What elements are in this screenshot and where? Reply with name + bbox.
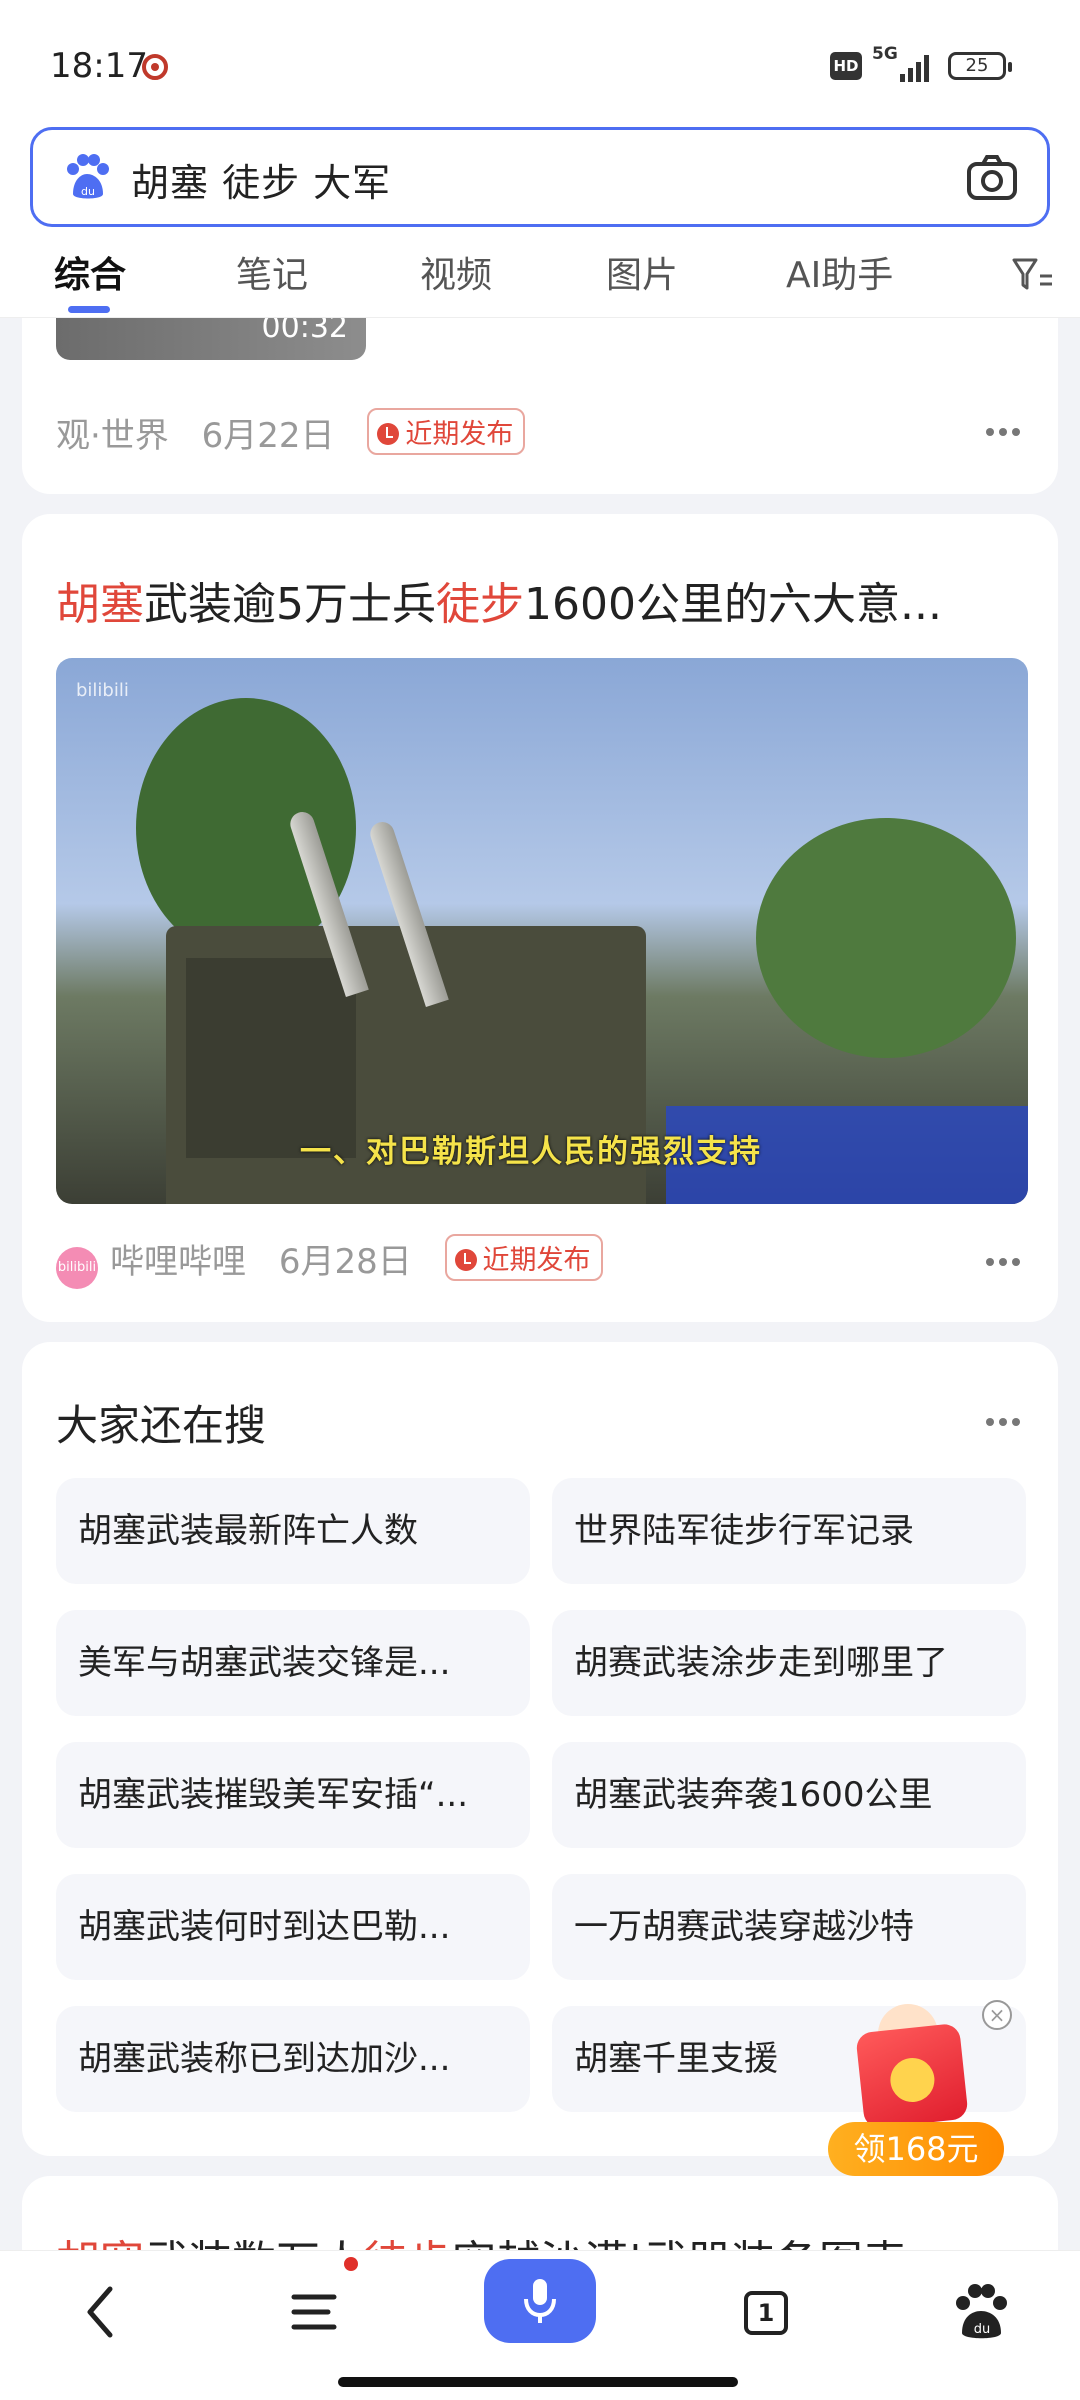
microphone-icon — [524, 2279, 556, 2323]
related-search-item[interactable]: 世界陆军徒步行军记录 — [552, 1478, 1026, 1584]
svg-text:du: du — [81, 185, 95, 198]
video-watermark: bilibili — [76, 680, 129, 701]
battery-icon: 25 — [948, 52, 1012, 80]
tab-ai-assistant[interactable]: AI助手 — [786, 246, 893, 298]
promo-label[interactable]: 领168元 — [828, 2122, 1004, 2176]
screen-record-icon — [142, 54, 168, 80]
recent-badge-label: 近期发布 — [405, 419, 514, 450]
search-input[interactable]: 胡塞 徒步 大军 — [131, 152, 391, 207]
result-title[interactable]: 胡塞武装逾5万士兵徒步1600公里的六大意... — [56, 568, 942, 632]
tab-count: 1 — [744, 2291, 788, 2335]
video-thumbnail[interactable]: bilibili 一、对巴勒斯坦人民的强烈支持 — [56, 658, 1028, 1204]
bottom-nav: 1 du — [0, 2250, 1080, 2400]
baidu-home-icon[interactable]: du — [946, 2277, 1016, 2347]
hd-badge: HD — [830, 52, 862, 80]
back-icon[interactable] — [68, 2277, 138, 2347]
signal-icon — [900, 54, 934, 82]
status-time: 18:17 — [50, 46, 148, 86]
related-search-item[interactable]: 胡塞武装称已到达加沙... — [56, 2006, 530, 2112]
result-meta: 观·世界 6月22日 近期发布 — [56, 408, 526, 457]
baidu-paw-icon: du — [67, 154, 109, 199]
tab-images[interactable]: 图片 — [606, 246, 678, 298]
home-indicator — [338, 2377, 738, 2387]
recent-badge: 近期发布 — [444, 1234, 603, 1281]
scene-tree — [756, 818, 1016, 1058]
source-avatar: bilibili — [56, 1247, 98, 1289]
clock-icon — [454, 1249, 477, 1271]
result-card[interactable]: 胡塞武装数万人徒步穿越沙漠|武器装备图表 — [22, 2176, 1058, 2256]
result-date: 6月22日 — [201, 416, 335, 456]
active-tab-indicator — [68, 306, 110, 313]
network-type: 5G — [872, 44, 898, 64]
related-search-item[interactable]: 胡塞武装奔袭1600公里 — [552, 1742, 1026, 1848]
svg-text:du: du — [974, 2322, 991, 2337]
menu-icon[interactable] — [282, 2277, 352, 2347]
related-search-item[interactable]: 胡塞武装何时到达巴勒... — [56, 1874, 530, 1980]
tab-all[interactable]: 综合 — [54, 246, 126, 298]
related-search-item[interactable]: 美军与胡塞武装交锋是... — [56, 1610, 530, 1716]
result-card[interactable]: 胡塞武装逾5万士兵徒步1600公里的六大意... bilibili 一、对巴勒斯… — [22, 514, 1058, 1322]
more-options-icon[interactable] — [986, 1258, 1020, 1268]
status-bar: 18:17 HD 5G 25 — [0, 0, 1080, 124]
related-search-item[interactable]: 胡塞武装最新阵亡人数 — [56, 1478, 530, 1584]
related-heading: 大家还在搜 — [56, 1401, 267, 1450]
filter-icon[interactable] — [1010, 252, 1054, 296]
notification-dot — [344, 2257, 358, 2271]
tabs-button[interactable]: 1 — [730, 2277, 800, 2347]
title-highlight: 胡塞 — [56, 579, 144, 630]
red-packet-icon — [855, 2022, 969, 2130]
tab-video[interactable]: 视频 — [420, 246, 492, 298]
more-options-icon[interactable] — [986, 1418, 1020, 1428]
related-search-item[interactable]: 一万胡赛武装穿越沙特 — [552, 1874, 1026, 1980]
result-meta: bilibili 哔哩哔哩 6月28日 近期发布 — [56, 1234, 603, 1289]
title-text: 1600公里的六大意... — [524, 579, 942, 630]
clock-icon — [377, 423, 400, 445]
related-search-item[interactable]: 胡塞武装摧毁美军安插“... — [56, 1742, 530, 1848]
red-packet-promo[interactable]: 领168元 × — [808, 1998, 1012, 2180]
close-icon[interactable]: × — [982, 2000, 1012, 2030]
result-source: 观·世界 — [56, 416, 169, 456]
title-highlight: 徒步 — [436, 579, 524, 630]
recent-badge-label: 近期发布 — [482, 1245, 591, 1276]
title-text: 武装逾5万士兵 — [144, 579, 436, 630]
recent-badge: 近期发布 — [367, 408, 526, 455]
camera-icon[interactable] — [965, 152, 1019, 202]
video-subtitle: 一、对巴勒斯坦人民的强烈支持 — [300, 1134, 762, 1170]
more-options-icon[interactable] — [986, 428, 1020, 438]
tab-bar: 综合 笔记 视频 图片 AI助手 — [0, 240, 1080, 318]
search-box[interactable]: du 胡塞 徒步 大军 — [30, 127, 1050, 227]
top-bar: 18:17 HD 5G 25 du 胡塞 徒步 大军 综合 笔记 视频 图片 A… — [0, 0, 1080, 318]
tab-notes[interactable]: 笔记 — [236, 246, 308, 298]
result-source: 哔哩哔哩 — [110, 1242, 246, 1282]
result-date: 6月28日 — [278, 1242, 412, 1282]
related-search-item[interactable]: 胡赛武装涂步走到哪里了 — [552, 1610, 1026, 1716]
voice-search-button[interactable] — [484, 2259, 596, 2343]
